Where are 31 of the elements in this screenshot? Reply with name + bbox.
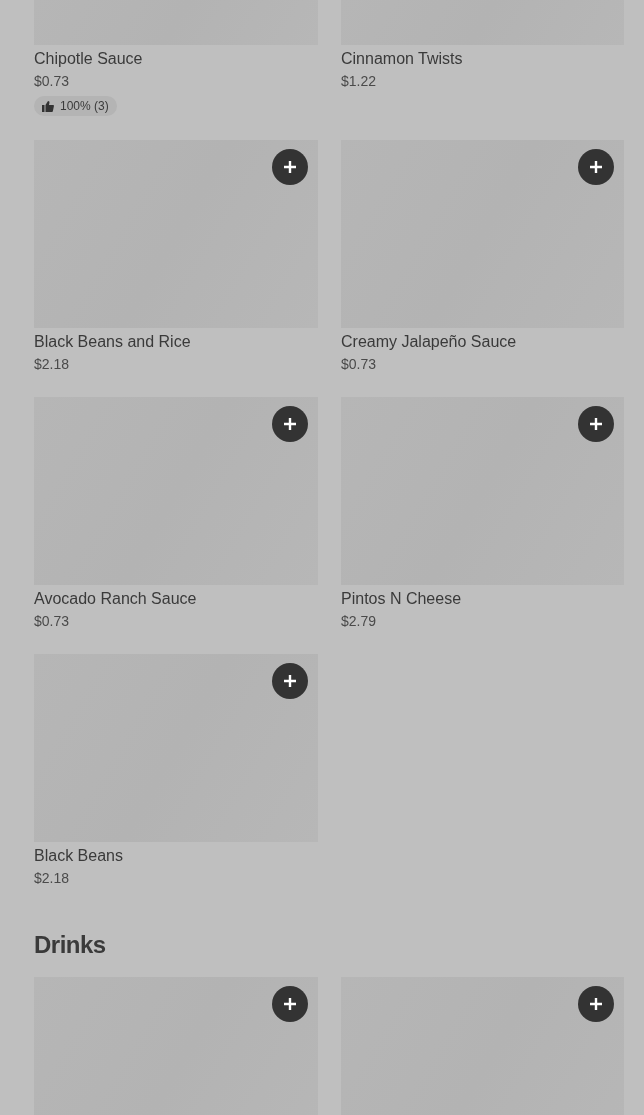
- add-button[interactable]: [578, 406, 614, 442]
- add-button[interactable]: [272, 149, 308, 185]
- plus-icon: [283, 417, 297, 431]
- plus-icon: [283, 674, 297, 688]
- item-name: Black Beans and Rice: [34, 332, 192, 352]
- add-button[interactable]: [272, 986, 308, 1022]
- item-name: Avocado Ranch Sauce: [34, 589, 198, 609]
- rating-badge: 100% (3): [34, 96, 117, 116]
- plus-icon: [283, 160, 297, 174]
- plus-icon: [283, 997, 297, 1011]
- item-price: $1.22: [341, 72, 378, 90]
- item-name: Chipotle Sauce: [34, 49, 144, 69]
- add-button[interactable]: [578, 986, 614, 1022]
- item-name: Pintos N Cheese: [341, 589, 463, 609]
- item-price: $2.18: [34, 355, 71, 373]
- item-price: $2.18: [34, 869, 71, 887]
- item-name: Black Beans: [34, 846, 124, 866]
- add-button[interactable]: [272, 406, 308, 442]
- plus-icon: [589, 997, 603, 1011]
- item-name: Creamy Jalapeño Sauce: [341, 332, 518, 352]
- item-name: Cinnamon Twists: [341, 49, 464, 69]
- plus-icon: [589, 417, 603, 431]
- item-price: $0.73: [341, 355, 378, 373]
- plus-icon: [589, 160, 603, 174]
- add-button[interactable]: [578, 149, 614, 185]
- section-heading: Drinks: [34, 931, 107, 959]
- item-price: $2.79: [341, 612, 378, 630]
- thumbs-up-icon: [42, 100, 54, 112]
- add-button[interactable]: [272, 663, 308, 699]
- item-price: $0.73: [34, 612, 71, 630]
- item-price: $0.73: [34, 72, 71, 90]
